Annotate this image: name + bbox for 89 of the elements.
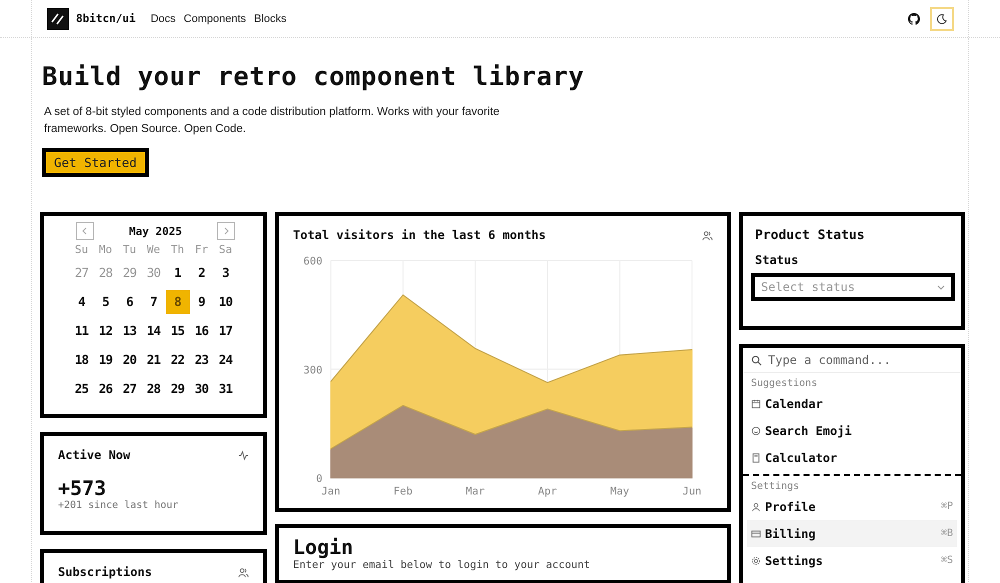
weekday-label: Fr	[194, 243, 210, 256]
group-heading: Settings	[750, 480, 800, 493]
calendar-day[interactable]: 18	[70, 348, 94, 372]
card-title: Product Status	[755, 228, 865, 243]
nav-link[interactable]: Docs	[150, 12, 176, 24]
calendar-icon	[751, 398, 761, 408]
hero-description: A set of 8-bit styled components and a code distribution platform. Works with your favorite frameworks. Open Source. Open Code.	[44, 105, 501, 137]
y-tick-label: 0	[316, 473, 322, 486]
users-icon	[702, 230, 713, 240]
calendar-day[interactable]: 23	[190, 348, 214, 372]
brand-name[interactable]: 8bitcn/ui	[76, 12, 136, 25]
weekday-label: Mo	[98, 243, 114, 256]
calendar-day[interactable]: 27	[118, 377, 142, 401]
login-title: Login	[293, 536, 354, 558]
weekday-label: Th	[170, 243, 186, 256]
status-label: Status	[755, 253, 798, 267]
active-note: +201 since last hour	[58, 500, 180, 511]
calendar-day[interactable]: 24	[214, 348, 238, 372]
users-icon	[238, 566, 249, 578]
calculator-icon	[751, 452, 761, 462]
calendar-day[interactable]: 3	[214, 261, 238, 285]
settings-icon	[751, 556, 761, 566]
weekday-label: Sa	[218, 243, 234, 256]
calendar-day[interactable]: 15	[166, 319, 190, 343]
credit-card-icon	[751, 528, 761, 538]
y-tick-label: 600	[303, 256, 322, 268]
get-started-button[interactable]: Get Started	[43, 149, 148, 176]
hero-title: Build your retro component library	[42, 62, 584, 92]
command-item[interactable]: Search Emoji	[747, 417, 957, 444]
calendar-day[interactable]: 12	[94, 319, 118, 343]
calendar-day[interactable]: 19	[94, 348, 118, 372]
chevron-down-icon	[937, 283, 945, 291]
command-item[interactable]: Calendar	[747, 390, 957, 417]
search-icon	[751, 354, 762, 366]
smiley-icon	[751, 426, 761, 436]
login-subtitle: Enter your email below to login to your account	[293, 559, 592, 572]
x-tick-label: Feb	[394, 486, 413, 498]
calendar-day[interactable]: 5	[94, 290, 118, 314]
calendar-day[interactable]: 9	[190, 290, 214, 314]
moon-icon	[936, 12, 948, 24]
calendar-day[interactable]: 6	[118, 290, 142, 314]
calendar-day[interactable]: 14	[142, 319, 166, 343]
calendar-day[interactable]: 30	[190, 377, 214, 401]
calendar-day[interactable]: 2	[190, 261, 214, 285]
weekday-label: We	[146, 243, 162, 256]
month-label: May 2025	[129, 224, 182, 238]
calendar-day[interactable]: 11	[70, 319, 94, 343]
x-tick-label: Mar	[466, 486, 485, 498]
theme-toggle-button[interactable]	[930, 6, 954, 30]
command-item[interactable]: Calculator	[747, 444, 957, 471]
card-title: Active Now	[58, 448, 130, 462]
calendar-day[interactable]: 10	[214, 290, 238, 314]
calendar-day[interactable]: 8	[166, 290, 190, 314]
calendar-day[interactable]: 25	[70, 377, 94, 401]
nav-link[interactable]: Components	[184, 12, 246, 24]
user-icon	[751, 502, 761, 512]
calendar-day[interactable]: 13	[118, 319, 142, 343]
chevron-left-icon	[81, 227, 89, 235]
group-heading: Suggestions	[750, 377, 818, 390]
calendar-day[interactable]: 16	[190, 319, 214, 343]
calendar-day[interactable]: 29	[166, 377, 190, 401]
github-icon[interactable]	[908, 12, 920, 24]
command-item[interactable]: Profile ⌘P	[747, 493, 957, 520]
weekday-label: Tu	[122, 243, 138, 256]
calendar-day[interactable]: 1	[166, 261, 190, 285]
calendar-day[interactable]: 20	[118, 348, 142, 372]
x-tick-label: Jun	[682, 486, 702, 498]
logo-icon	[47, 8, 69, 30]
calendar-day[interactable]: 7	[142, 290, 166, 314]
active-count: +573	[58, 476, 108, 500]
y-tick-label: 300	[303, 364, 322, 376]
nav-link[interactable]: Blocks	[254, 12, 286, 24]
chart-title: Total visitors in the last 6 months	[293, 228, 546, 242]
chevron-right-icon	[222, 227, 230, 235]
calendar-day[interactable]: 31	[214, 377, 238, 401]
calendar-day[interactable]: 26	[94, 377, 118, 401]
x-tick-label: Jan	[321, 486, 340, 498]
activity-icon	[238, 450, 249, 460]
calendar-day[interactable]: 4	[70, 290, 94, 314]
calendar-day[interactable]: 17	[214, 319, 238, 343]
weekday-label: Su	[74, 243, 90, 256]
calendar-day[interactable]: 21	[142, 348, 166, 372]
command-item[interactable]: Settings ⌘S	[747, 547, 957, 574]
calendar-day[interactable]: 22	[166, 348, 190, 372]
calendar-day[interactable]: 28	[142, 377, 166, 401]
x-tick-label: May	[610, 486, 630, 498]
card-title: Subscriptions	[58, 565, 152, 579]
x-tick-label: Apr	[538, 486, 557, 498]
command-item[interactable]: Billing ⌘B	[747, 520, 957, 547]
